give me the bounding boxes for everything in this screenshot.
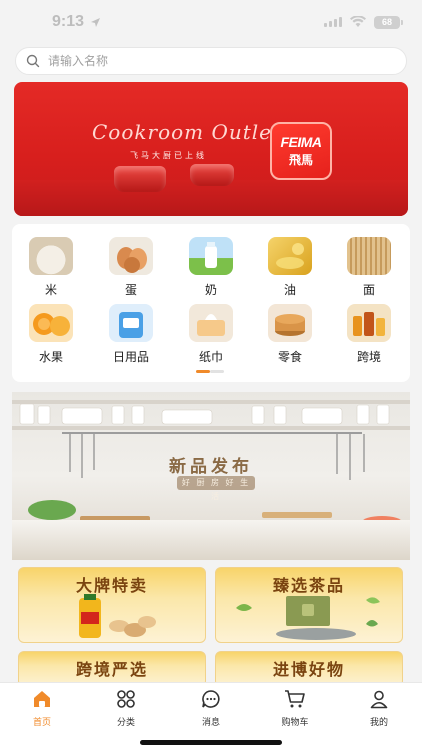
noodle-image bbox=[347, 237, 391, 275]
category-item-fruit[interactable]: 水果 bbox=[21, 304, 81, 365]
feature-title: 大牌特卖 bbox=[75, 576, 148, 595]
brand-sale-image bbox=[79, 594, 156, 638]
promo-subtitle: 好 厨 房 好 生 活 bbox=[177, 476, 255, 501]
tab-category[interactable]: 分类 bbox=[91, 689, 161, 728]
tab-label: 消息 bbox=[201, 718, 220, 728]
message-icon bbox=[202, 690, 220, 708]
category-label: 水果 bbox=[38, 350, 63, 364]
daily-goods-image bbox=[109, 304, 153, 342]
status-bar: 9:13 68 bbox=[0, 0, 422, 44]
category-item-tissue[interactable]: 纸巾 bbox=[181, 304, 241, 365]
tab-profile[interactable]: 我的 bbox=[344, 689, 414, 728]
banner-subtitle: 飞马大厨已上线 bbox=[130, 151, 207, 160]
logo-en: FEIMA bbox=[280, 134, 322, 150]
tab-label: 我的 bbox=[369, 718, 388, 728]
category-label: 米 bbox=[44, 283, 57, 297]
category-item-cross-border[interactable]: 跨境 bbox=[339, 304, 399, 365]
snack-image bbox=[268, 304, 312, 342]
logo-cn: 飛馬 bbox=[288, 153, 313, 167]
fruit-image bbox=[29, 304, 73, 342]
category-label: 跨境 bbox=[356, 350, 381, 364]
oil-image bbox=[268, 237, 312, 275]
tab-cart[interactable]: 购物车 bbox=[260, 689, 330, 728]
category-label: 油 bbox=[283, 283, 296, 297]
new-product-banner[interactable]: 新品发布 好 厨 房 好 生 活 bbox=[12, 392, 410, 560]
feature-card-brand-sale[interactable]: 大牌特卖 bbox=[18, 567, 206, 643]
category-item-noodle[interactable]: 面 bbox=[339, 237, 399, 298]
search-bar[interactable] bbox=[15, 47, 407, 75]
feima-logo: FEIMA 飛馬 bbox=[270, 122, 332, 180]
category-label: 奶 bbox=[204, 283, 217, 297]
category-label: 零食 bbox=[277, 350, 302, 364]
status-right: 68 bbox=[324, 15, 403, 29]
home-icon bbox=[34, 691, 50, 707]
tab-label: 购物车 bbox=[281, 718, 309, 728]
search-icon bbox=[26, 54, 40, 68]
egg-image bbox=[109, 237, 153, 275]
carousel-indicator bbox=[196, 370, 224, 373]
tab-label: 分类 bbox=[116, 718, 135, 728]
category-item-rice[interactable]: 米 bbox=[21, 237, 81, 298]
category-card: 米 蛋 奶 油 面 水果 日用品 纸巾 零食 跨境 bbox=[12, 224, 410, 382]
banner[interactable]: Cookroom Outlets 飞马大厨已上线 FEIMA 飛馬 bbox=[14, 82, 408, 216]
battery-icon: 68 bbox=[374, 15, 403, 29]
location-arrow-icon bbox=[91, 17, 101, 27]
signal-icon bbox=[324, 17, 342, 27]
feature-card-tea[interactable]: 臻选茶品 bbox=[215, 567, 403, 643]
category-icon bbox=[117, 690, 135, 708]
banner-pot-left bbox=[114, 166, 166, 192]
category-item-egg[interactable]: 蛋 bbox=[101, 237, 161, 298]
cross-border-image bbox=[347, 304, 391, 342]
search-input[interactable] bbox=[48, 54, 348, 68]
category-label: 纸巾 bbox=[198, 350, 223, 364]
wifi-icon bbox=[350, 16, 366, 27]
category-label: 蛋 bbox=[124, 283, 137, 297]
status-left: 9:13 bbox=[52, 13, 101, 31]
tab-home[interactable]: 首页 bbox=[7, 689, 77, 728]
tissue-image bbox=[189, 304, 233, 342]
feature-title: 跨境严选 bbox=[75, 660, 148, 679]
rice-image bbox=[29, 237, 73, 275]
banner-pot-right bbox=[190, 164, 234, 186]
feature-title: 臻选茶品 bbox=[272, 576, 345, 595]
category-item-daily[interactable]: 日用品 bbox=[101, 304, 161, 365]
tab-messages[interactable]: 消息 bbox=[176, 689, 246, 728]
profile-icon bbox=[370, 690, 388, 709]
promo-counter bbox=[12, 520, 410, 560]
category-label: 日用品 bbox=[112, 350, 149, 364]
status-time: 9:13 bbox=[52, 13, 85, 30]
carousel-dot-active bbox=[196, 370, 210, 373]
category-item-milk[interactable]: 奶 bbox=[181, 237, 241, 298]
promo-title: 新品发布 bbox=[169, 457, 253, 477]
category-label: 面 bbox=[362, 283, 375, 297]
category-item-oil[interactable]: 油 bbox=[260, 237, 320, 298]
carousel-dot bbox=[210, 370, 224, 373]
tea-image bbox=[236, 596, 380, 640]
cart-icon bbox=[285, 690, 305, 708]
milk-image bbox=[189, 237, 233, 275]
home-indicator bbox=[140, 740, 282, 745]
feature-title: 进博好物 bbox=[272, 660, 345, 679]
banner-script-text: Cookroom Outlets bbox=[92, 120, 293, 144]
tab-label: 首页 bbox=[32, 718, 51, 728]
category-item-snack[interactable]: 零食 bbox=[260, 304, 320, 365]
